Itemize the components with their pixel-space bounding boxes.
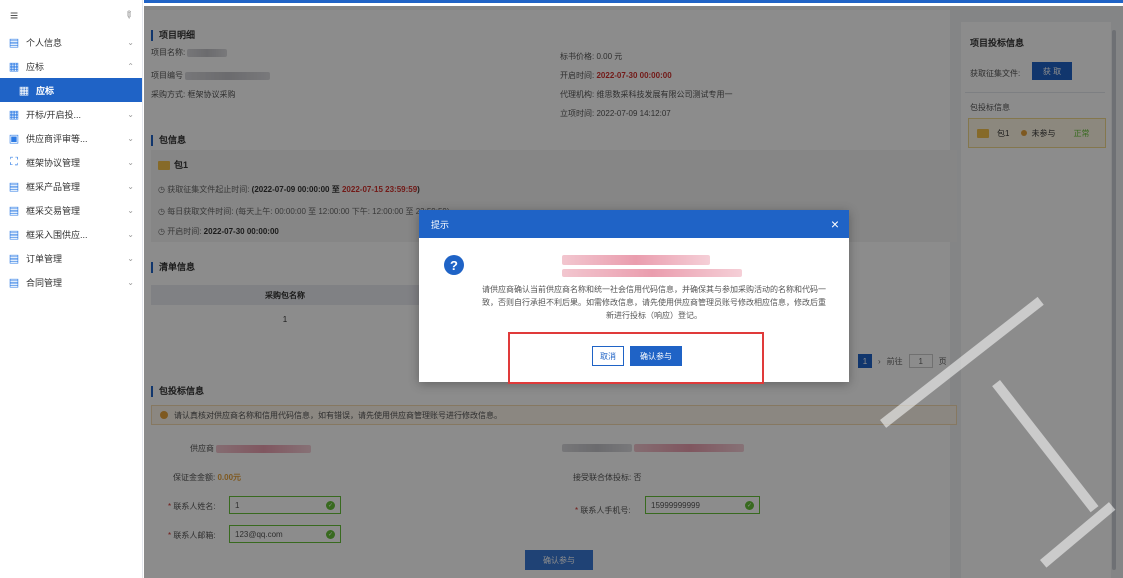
question-icon: ? bbox=[444, 255, 464, 275]
bid-icon: ▦ bbox=[18, 84, 30, 97]
sidebar-item-supplier[interactable]: ▤ 框采入围供应... ⌄ bbox=[0, 222, 142, 246]
sidebar-item-label: 订单管理 bbox=[26, 253, 63, 264]
open-bid-icon: ▦ bbox=[8, 108, 20, 121]
contract-icon: ▤ bbox=[8, 276, 20, 289]
sidebar-item-label: 供应商评审等... bbox=[26, 133, 88, 144]
top-accent-strip bbox=[144, 0, 1123, 3]
chevron-down-icon: ⌄ bbox=[127, 109, 134, 119]
sidebar-item-agreement[interactable]: ⛶ 框架协议管理 ⌄ bbox=[0, 150, 142, 174]
sidebar-item-product[interactable]: ▤ 框采产品管理 ⌄ bbox=[0, 174, 142, 198]
dialog-header: 提示 × bbox=[419, 210, 849, 238]
chevron-down-icon: ⌄ bbox=[127, 181, 134, 191]
sidebar-item-label: 应标 bbox=[26, 61, 45, 72]
sidebar-item-contract[interactable]: ▤ 合同管理 ⌄ bbox=[0, 270, 142, 294]
close-icon[interactable]: × bbox=[831, 217, 839, 231]
dialog-message: 请供应商确认当前供应商名称和统一社会信用代码信息，并确保其与参加采购活动的名称和… bbox=[482, 285, 826, 320]
sidebar-item-label: 个人信息 bbox=[26, 37, 63, 48]
sidebar-item-bid-group[interactable]: ▦ 应标 ⌃ bbox=[0, 54, 142, 78]
chevron-down-icon: ⌄ bbox=[127, 205, 134, 215]
sidebar-item-label: 开标/开启投... bbox=[26, 109, 82, 120]
supplier-icon: ▤ bbox=[8, 228, 20, 241]
sidebar-item-review[interactable]: ▣ 供应商评审等... ⌄ bbox=[0, 126, 142, 150]
chevron-down-icon: ⌄ bbox=[127, 277, 134, 287]
agreement-icon: ⛶ bbox=[10, 155, 18, 168]
menu-toggle-icon[interactable]: ≡ bbox=[10, 7, 18, 23]
sidebar-item-profile[interactable]: ▤ 个人信息 ⌄ bbox=[0, 30, 142, 54]
cancel-button[interactable]: 取消 bbox=[592, 346, 624, 366]
sidebar-item-bid[interactable]: ▦ 应标 bbox=[0, 78, 142, 102]
chevron-down-icon: ⌄ bbox=[127, 157, 134, 167]
product-icon: ▤ bbox=[8, 180, 20, 193]
chevron-down-icon: ⌄ bbox=[127, 37, 134, 47]
sidebar-item-trade[interactable]: ▤ 框采交易管理 ⌄ bbox=[0, 198, 142, 222]
profile-icon: ▤ bbox=[8, 36, 20, 49]
sidebar-item-label: 框采产品管理 bbox=[26, 181, 81, 192]
pin-icon[interactable]: ✎ bbox=[121, 8, 135, 22]
confirm-button[interactable]: 确认参与 bbox=[630, 346, 682, 366]
sidebar-item-label: 合同管理 bbox=[26, 277, 63, 288]
redacted-credit-code bbox=[562, 267, 742, 277]
chevron-down-icon: ⌄ bbox=[127, 253, 134, 263]
bid-icon: ▦ bbox=[8, 60, 20, 73]
trade-icon: ▤ bbox=[8, 204, 20, 217]
sidebar-item-label: 框采入围供应... bbox=[26, 229, 88, 240]
dialog-title: 提示 bbox=[431, 219, 450, 230]
chevron-down-icon: ⌄ bbox=[127, 229, 134, 239]
sidebar-header: ≡ ✎ bbox=[0, 0, 142, 30]
sidebar: ≡ ✎ ▤ 个人信息 ⌄ ▦ 应标 ⌃ ▦ 应标 ▦ 开标/开启投... ⌄ ▣… bbox=[0, 0, 143, 578]
review-icon: ▣ bbox=[8, 132, 20, 145]
sidebar-item-label: 框采交易管理 bbox=[26, 205, 81, 216]
sidebar-item-open-bid[interactable]: ▦ 开标/开启投... ⌄ bbox=[0, 102, 142, 126]
sidebar-item-order[interactable]: ▤ 订单管理 ⌄ bbox=[0, 246, 142, 270]
sidebar-item-label: 框架协议管理 bbox=[26, 157, 81, 168]
chevron-up-icon: ⌃ bbox=[127, 61, 134, 71]
sidebar-item-label: 应标 bbox=[36, 85, 55, 96]
order-icon: ▤ bbox=[8, 252, 20, 265]
redacted-supplier-name bbox=[562, 254, 710, 265]
chevron-down-icon: ⌄ bbox=[127, 133, 134, 143]
